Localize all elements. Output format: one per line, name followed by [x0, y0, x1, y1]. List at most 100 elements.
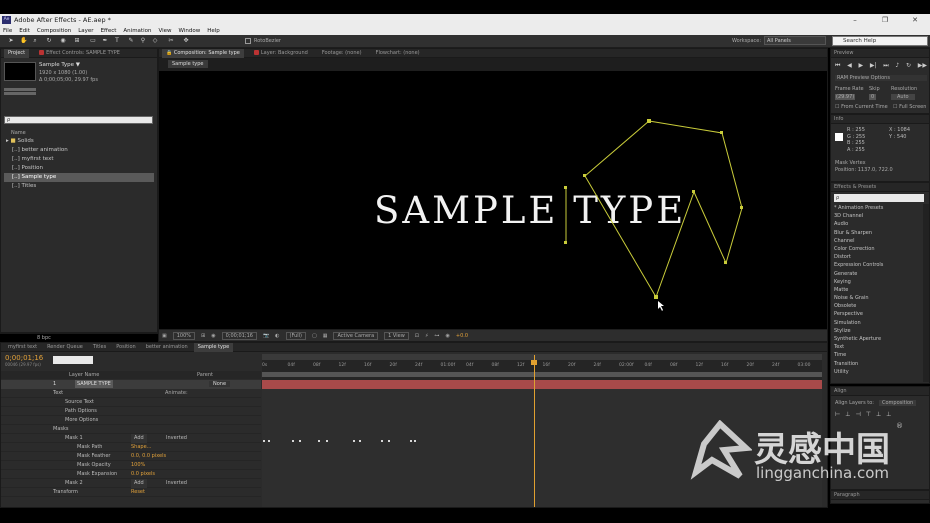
align-to-select[interactable]: Composition	[879, 400, 917, 406]
selection-tool-icon[interactable]: ➤	[8, 38, 14, 44]
hand-tool-icon[interactable]: ✋	[20, 38, 27, 44]
roto-tool-icon[interactable]: ✂	[168, 38, 174, 44]
brush-tool-icon[interactable]: ✎	[128, 38, 134, 44]
mask-vertex[interactable]	[724, 261, 727, 264]
property-row[interactable]: Source Text	[1, 398, 261, 407]
from-current-checkbox[interactable]: ☐ From Current Time	[835, 104, 888, 110]
project-col-name[interactable]: Name	[11, 130, 26, 136]
col-parent[interactable]: Parent	[197, 372, 213, 378]
keyframe-icon[interactable]	[359, 440, 361, 442]
list-item[interactable]: [..] better animation	[4, 146, 154, 155]
zoom-select[interactable]: 100%	[172, 331, 196, 340]
tab-flowchart[interactable]: Flowchart: (none)	[372, 49, 424, 58]
list-item[interactable]: [..] Titles	[4, 182, 154, 191]
first-frame-icon[interactable]: ⏮	[835, 62, 840, 70]
list-item[interactable]: [..] Position	[4, 164, 154, 173]
mask-mode-select[interactable]: Add	[131, 479, 147, 488]
play-icon[interactable]: ▶	[859, 62, 864, 70]
menu-layer[interactable]: Layer	[78, 28, 93, 34]
effects-category[interactable]: Synthetic Aperture	[831, 335, 923, 343]
property-value[interactable]: Reset	[131, 488, 145, 497]
playhead-handle-icon[interactable]	[531, 360, 537, 365]
rectangle-tool-icon[interactable]: ▭	[90, 38, 96, 44]
mask-vertex[interactable]	[692, 190, 695, 193]
region-icon[interactable]: ▣	[162, 333, 167, 339]
time-navigator[interactable]	[262, 354, 822, 360]
property-row[interactable]: Path Options	[1, 407, 261, 416]
property-row[interactable]: Mask 1 Add Inverted	[1, 434, 261, 443]
menu-file[interactable]: File	[3, 28, 12, 34]
keyframe-icon[interactable]	[414, 440, 416, 442]
frame-rate-select[interactable]: (29.97)	[835, 94, 856, 100]
menu-window[interactable]: Window	[179, 28, 201, 34]
parent-select[interactable]: None	[209, 381, 231, 387]
effects-category[interactable]: 3D Channel	[831, 212, 923, 220]
audio-icon[interactable]: ♪	[895, 62, 899, 70]
keyframe-icon[interactable]	[263, 440, 265, 442]
keyframe-icon[interactable]	[318, 440, 320, 442]
toggle-pixel-icon[interactable]: ⊡	[415, 333, 419, 339]
close-button[interactable]: ✕	[900, 14, 930, 26]
keyframe-icon[interactable]	[292, 440, 294, 442]
tab-project[interactable]: Project	[4, 48, 30, 58]
menu-edit[interactable]: Edit	[19, 28, 30, 34]
type-tool-icon[interactable]: T	[114, 38, 120, 44]
comp-subtab[interactable]: Sample type	[168, 60, 208, 68]
timeline-tab[interactable]: myfirst text	[4, 343, 41, 352]
exposure-icon[interactable]: ◉	[446, 333, 450, 339]
playhead[interactable]	[534, 355, 535, 507]
layer-name[interactable]: SAMPLE TYPE	[75, 380, 113, 388]
effects-category[interactable]: Distort	[831, 253, 923, 261]
effects-category[interactable]: Obsolete	[831, 302, 923, 310]
effects-category[interactable]: Color Correction	[831, 245, 923, 253]
mask-vertex[interactable]	[564, 241, 567, 244]
animate-label[interactable]: Animate:	[165, 390, 188, 396]
layer-bar[interactable]	[262, 380, 822, 389]
property-row[interactable]: Text	[1, 389, 261, 398]
mask-vertex[interactable]	[564, 186, 567, 189]
view-layout-select[interactable]: 1 View	[384, 331, 409, 340]
puppet-tool-icon[interactable]: ✥	[183, 38, 189, 44]
property-value[interactable]: 0.0 pixels	[131, 470, 155, 479]
property-row[interactable]: More Options	[1, 416, 261, 425]
mask-mode-select[interactable]: Add	[131, 434, 147, 443]
timeline-tab[interactable]: Render Queue	[43, 343, 87, 352]
zoom-tool-icon[interactable]: ⌕	[32, 38, 38, 44]
exposure-value[interactable]: +0.0	[456, 333, 468, 339]
timeline-tab[interactable]: Sample type	[193, 342, 234, 352]
inverted-checkbox[interactable]: Inverted	[166, 434, 187, 443]
mask-paths[interactable]	[159, 71, 827, 329]
effects-category[interactable]: Text	[831, 343, 923, 351]
grid-icon[interactable]: ⊞	[201, 333, 205, 339]
resolution-select[interactable]: (Full)	[285, 331, 306, 340]
list-item[interactable]: [..] Sample type	[4, 173, 154, 182]
property-row[interactable]: Transform Reset	[1, 488, 261, 497]
effects-category[interactable]: Transition	[831, 360, 923, 368]
timeline-tab[interactable]: Titles	[89, 343, 110, 352]
timeline-current-time[interactable]: 0;00;01;16	[5, 354, 43, 362]
effects-category[interactable]: Keying	[831, 278, 923, 286]
property-row[interactable]: Mask 2 Add Inverted	[1, 479, 261, 488]
timeline-tab[interactable]: Position	[112, 343, 139, 352]
full-screen-checkbox[interactable]: ☐ Full Screen	[893, 104, 926, 110]
keyframe-icon[interactable]	[353, 440, 355, 442]
effects-category[interactable]: Perspective	[831, 310, 923, 318]
prev-frame-icon[interactable]: ◀	[847, 62, 852, 70]
close-icon[interactable]	[253, 49, 259, 55]
effects-category[interactable]: Stylize	[831, 327, 923, 335]
menu-animation[interactable]: Animation	[123, 28, 151, 34]
workspace-select[interactable]: All Panels	[764, 36, 826, 45]
roi-icon[interactable]: ▢	[312, 333, 317, 339]
close-icon[interactable]	[39, 49, 45, 55]
property-value[interactable]: Shape...	[131, 443, 151, 452]
effects-category[interactable]: Matte	[831, 286, 923, 294]
color-icon[interactable]: ◐	[275, 333, 279, 339]
resolution-select[interactable]: Auto	[891, 94, 915, 100]
project-search-input[interactable]: ρ	[4, 116, 153, 124]
menu-composition[interactable]: Composition	[37, 28, 71, 34]
camera-select[interactable]: Active Camera	[333, 331, 379, 340]
menu-help[interactable]: Help	[207, 28, 220, 34]
fast-preview-icon[interactable]: ⚡	[425, 333, 429, 339]
tab-layer[interactable]: Layer: Background	[250, 49, 312, 58]
align-hcenter-icon[interactable]: ⊥	[845, 411, 850, 418]
